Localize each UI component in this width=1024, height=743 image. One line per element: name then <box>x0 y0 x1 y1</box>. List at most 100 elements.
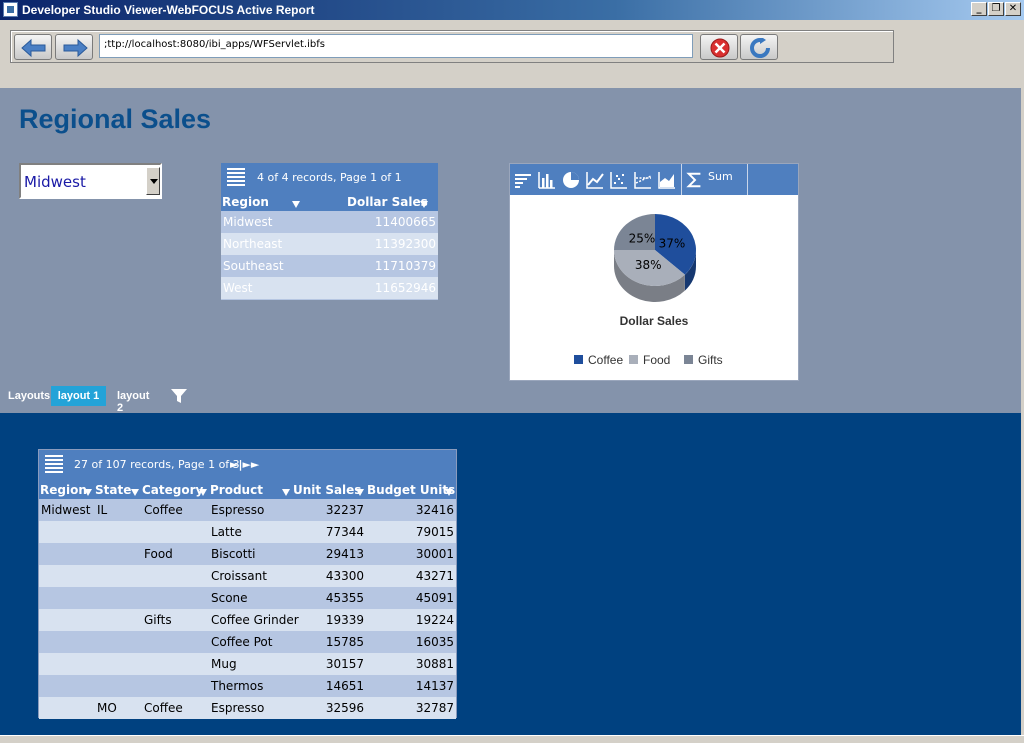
chevron-down-icon[interactable] <box>146 167 160 195</box>
cell-dollar-sales: 11710379 <box>374 259 436 273</box>
sort-icon[interactable] <box>420 197 428 211</box>
table-row[interactable]: Latte 77344 79015 <box>39 521 456 543</box>
cell-dollar-sales: 11652946 <box>374 281 436 295</box>
column-header-region[interactable]: Region <box>40 483 87 497</box>
toolbar-divider <box>747 164 748 195</box>
sort-icon[interactable] <box>131 485 139 499</box>
table-row[interactable]: MO Coffee Espresso 32596 32787 <box>39 697 456 719</box>
sort-icon[interactable] <box>292 197 300 211</box>
summary-table: 4 of 4 records, Page 1 of 1 Region Dolla… <box>221 163 438 300</box>
cell-product: Coffee Pot <box>211 635 273 649</box>
table-row[interactable]: Gifts Coffee Grinder 19339 19224 <box>39 609 456 631</box>
sort-icon[interactable] <box>445 485 453 499</box>
table-menu-icon[interactable] <box>227 168 245 186</box>
area-chart-icon[interactable] <box>657 170 677 190</box>
pie-data-label: 25% <box>629 232 656 246</box>
column-header-budget-units[interactable]: Budget Units <box>367 483 455 497</box>
minimize-button[interactable]: _ <box>971 2 987 16</box>
table-row[interactable]: Croissant 43300 43271 <box>39 565 456 587</box>
line-chart-icon[interactable] <box>585 170 605 190</box>
column-header-state[interactable]: State <box>95 483 131 497</box>
table-row[interactable]: Midwest 11400665 <box>221 211 438 233</box>
legend-label-food[interactable]: Food <box>643 353 670 367</box>
table-row[interactable]: Thermos 14651 14137 <box>39 675 456 697</box>
cell-budget-units: 14137 <box>415 679 454 693</box>
pie-chart-icon[interactable] <box>561 170 581 190</box>
detail-rows: Midwest IL Coffee Espresso 32237 32416 Latte 77… <box>39 499 456 719</box>
app-icon <box>3 2 18 17</box>
cell-category: Coffee <box>144 503 183 517</box>
tab-layout-2[interactable]: layout 2 <box>117 390 149 414</box>
table-header-bar: 27 of 107 records, Page 1 of 3 ►|►► <box>39 450 456 480</box>
cell-region: Northeast <box>223 237 283 251</box>
pager-controls[interactable]: ►|►► <box>230 458 259 471</box>
chart-title: Dollar Sales <box>620 314 689 328</box>
toolbar-divider <box>681 164 682 195</box>
column-header-category[interactable]: Category <box>142 483 203 497</box>
table-row[interactable]: West 11652946 <box>221 277 438 299</box>
cell-budget-units: 16035 <box>415 635 454 649</box>
filter-icon[interactable] <box>170 387 188 405</box>
table-row[interactable]: Food Biscotti 29413 30001 <box>39 543 456 565</box>
cell-product: Espresso <box>211 503 265 517</box>
sigma-icon[interactable] <box>686 170 704 190</box>
pie-data-label: 38% <box>635 258 662 272</box>
back-button[interactable] <box>14 34 52 60</box>
legend-label-coffee[interactable]: Coffee <box>588 353 623 367</box>
cell-region: West <box>223 281 253 295</box>
forward-arrow-icon <box>63 38 88 58</box>
table-row[interactable]: Scone 45355 45091 <box>39 587 456 609</box>
table-row[interactable]: Southeast 11710379 <box>221 255 438 277</box>
cell-product: Coffee Grinder <box>211 613 299 627</box>
column-header-product[interactable]: Product <box>210 483 263 497</box>
aggregate-sum-label[interactable]: Sum <box>708 170 733 183</box>
legend-label-gifts[interactable]: Gifts <box>698 353 723 367</box>
sort-icon[interactable] <box>282 485 290 499</box>
url-input[interactable]: ;ttp://localhost:8080/ibi_apps/WFServlet… <box>99 34 693 58</box>
cell-product: Croissant <box>211 569 267 583</box>
table-menu-icon[interactable] <box>45 455 63 473</box>
bar-chart-icon[interactable] <box>537 170 557 190</box>
sort-icon[interactable] <box>84 485 92 499</box>
cell-category: Coffee <box>144 701 183 715</box>
page-title: Regional Sales <box>19 104 212 134</box>
cell-dollar-sales: 11392300 <box>374 237 436 251</box>
column-header-region[interactable]: Region <box>222 195 269 209</box>
cell-unit-sales: 32596 <box>325 701 364 715</box>
scatter-chart-icon[interactable] <box>609 170 629 190</box>
report-header-area: Regional Sales Midwest 4 of 4 records, P… <box>0 88 1021 414</box>
column-headers: Region State Category Product Unit Sales… <box>39 480 456 499</box>
region-dropdown-value: Midwest <box>24 173 86 191</box>
stop-button[interactable] <box>700 34 738 60</box>
refresh-button[interactable] <box>740 34 778 60</box>
cell-unit-sales: 19339 <box>325 613 364 627</box>
layouts-label: Layouts <box>8 390 51 402</box>
trend-chart-icon[interactable] <box>633 170 653 190</box>
column-header-dollar-sales[interactable]: Dollar Sales <box>347 195 428 209</box>
table-row[interactable]: Midwest IL Coffee Espresso 32237 32416 <box>39 499 456 521</box>
cell-product: Biscotti <box>211 547 256 561</box>
table-row[interactable]: Coffee Pot 15785 16035 <box>39 631 456 653</box>
sort-icon[interactable] <box>356 485 364 499</box>
navigation-bar: ;ttp://localhost:8080/ibi_apps/WFServlet… <box>10 30 894 63</box>
cell-budget-units: 19224 <box>415 613 454 627</box>
sort-bars-icon[interactable] <box>513 170 533 190</box>
cell-region: Midwest <box>223 215 273 229</box>
table-row[interactable]: Northeast 11392300 <box>221 233 438 255</box>
pie-chart: 37% 38% 25% Dollar Sales Coffee Food Gifts <box>574 214 723 367</box>
restore-button[interactable]: ❐ <box>988 2 1004 16</box>
cell-budget-units: 32787 <box>415 701 454 715</box>
table-row[interactable]: Mug 30157 30881 <box>39 653 456 675</box>
cell-state: MO <box>97 701 117 715</box>
forward-button[interactable] <box>55 34 93 60</box>
column-header-unit-sales[interactable]: Unit Sales <box>293 483 361 497</box>
region-dropdown[interactable]: Midwest <box>19 163 162 199</box>
cell-product: Espresso <box>211 701 265 715</box>
cell-budget-units: 32416 <box>415 503 454 517</box>
window-title: Developer Studio Viewer-WebFOCUS Active … <box>22 3 315 17</box>
tab-layout-1[interactable]: layout 1 <box>51 386 106 406</box>
sort-icon[interactable] <box>199 485 207 499</box>
cell-unit-sales: 45355 <box>325 591 364 605</box>
cell-unit-sales: 43300 <box>325 569 364 583</box>
close-window-button[interactable]: ✕ <box>1005 2 1021 16</box>
